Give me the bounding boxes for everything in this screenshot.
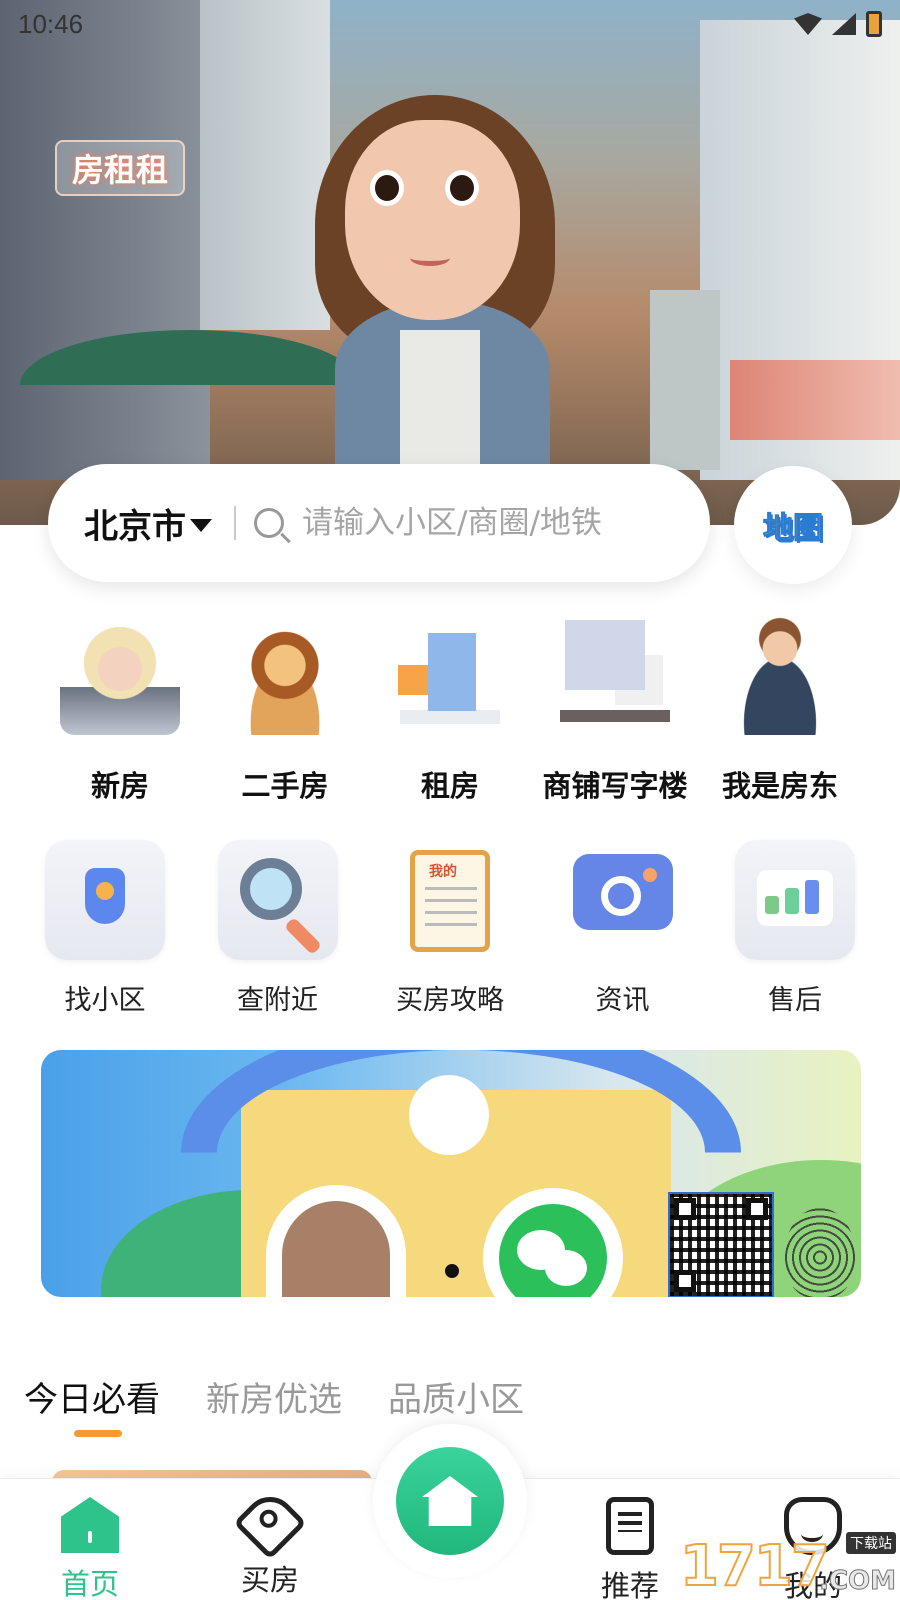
shop-office-icon [555, 615, 675, 735]
category-new-house[interactable]: 新房 [40, 615, 200, 805]
carousel-dot [445, 1264, 459, 1278]
status-time: 10:46 [18, 8, 84, 39]
girl-mouth [410, 250, 450, 266]
girl-eye [370, 170, 404, 206]
category-label: 二手房 [241, 769, 329, 803]
center-home-circle [396, 1447, 504, 1555]
category-shop-office[interactable]: 商铺写字楼 [535, 615, 695, 805]
background-building [650, 290, 720, 470]
hero-banner[interactable]: 房租租 [0, 0, 900, 525]
category-label: 找小区 [64, 985, 146, 1016]
category-find-community[interactable]: 找小区 [40, 840, 170, 1017]
chart-bar [765, 896, 779, 914]
girl-face [345, 120, 520, 320]
wifi-icon [794, 13, 822, 35]
magnifier-handle [283, 916, 322, 956]
background-building [200, 0, 330, 330]
center-home-button[interactable] [373, 1424, 527, 1578]
chart-bar [785, 888, 799, 914]
nav-recommend[interactable]: 推荐 [575, 1497, 685, 1600]
category-label: 租房 [420, 769, 479, 803]
map-icon-label: 地图 [763, 511, 824, 547]
city-selector[interactable]: 北京市 [84, 499, 186, 548]
category-label: 查附近 [237, 985, 318, 1016]
princess-avatar-icon [60, 615, 180, 735]
wechat-logo [499, 1204, 607, 1297]
tab-new-house-picks[interactable]: 新房优选 [206, 1372, 342, 1421]
watermark-number: 1717 [679, 1533, 831, 1600]
primary-categories: 新房 二手房 租房 商铺写字楼 我是房东 [40, 615, 860, 805]
tile [45, 840, 165, 960]
nav-home[interactable]: 首页 [35, 1497, 145, 1600]
qr-corner [674, 1198, 696, 1220]
notepad-icon: 我的 [410, 850, 490, 952]
status-bar: 10:46 [0, 0, 900, 48]
signal-icon [832, 13, 856, 35]
tile [735, 840, 855, 960]
secondary-categories: 找小区 查附近 我的 买房攻略 资讯 售后 [40, 840, 860, 1017]
lion-icon [225, 615, 345, 735]
category-label: 售后 [768, 985, 822, 1016]
category-label: 新房 [90, 769, 149, 803]
category-label: 商铺写字楼 [542, 769, 688, 803]
category-rent[interactable]: 租房 [370, 615, 530, 805]
active-tab-indicator [74, 1430, 122, 1437]
nav-buy[interactable]: 买房 [215, 1486, 325, 1599]
qr-code [668, 1192, 774, 1297]
battery-icon [866, 11, 882, 37]
tab-today-must-see[interactable]: 今日必看 [24, 1372, 160, 1421]
magnifier-icon [239, 858, 302, 920]
nav-label: 首页 [60, 1567, 119, 1600]
document-icon [606, 1497, 654, 1555]
building-icon [390, 615, 510, 735]
watermark-suffix: .COM [819, 1566, 897, 1597]
chart-bar [805, 880, 819, 914]
map-button[interactable]: 地图 [734, 466, 852, 584]
watermark-tag: 下载站 [846, 1532, 896, 1554]
category-after-sales[interactable]: 售后 [730, 840, 860, 1017]
promo-banner[interactable] [41, 1050, 861, 1297]
category-label: 我是房东 [721, 769, 838, 803]
category-news[interactable]: 资讯 [558, 840, 688, 1017]
tab-quality-community[interactable]: 品质小区 [388, 1372, 524, 1421]
category-second-hand[interactable]: 二手房 [205, 615, 365, 805]
category-label: 买房攻略 [396, 985, 504, 1016]
category-label: 资讯 [595, 985, 650, 1016]
tag-icon [233, 1486, 307, 1560]
qr-corner [674, 1270, 696, 1292]
search-icon [254, 508, 284, 538]
tile [217, 840, 338, 960]
neon-sign [730, 360, 900, 440]
tile [562, 840, 683, 960]
chevron-down-icon[interactable] [190, 518, 212, 532]
category-landlord[interactable]: 我是房东 [700, 615, 860, 805]
search-bar: 北京市 [48, 464, 710, 582]
shield-icon [85, 868, 125, 924]
girl-eye [445, 170, 479, 206]
round-window [409, 1075, 489, 1155]
content-tabs: 今日必看 新房优选 品质小区 [24, 1372, 524, 1437]
nav-label: 推荐 [600, 1569, 659, 1600]
site-watermark: 1717 下载站 .COM [679, 1532, 900, 1600]
landlord-icon [720, 615, 840, 735]
home-icon [61, 1497, 119, 1553]
divider [234, 506, 236, 540]
fingerprint-icon [785, 1208, 855, 1297]
search-input[interactable] [302, 505, 642, 541]
status-icons [794, 11, 882, 37]
brand-sign: 房租租 [55, 140, 185, 196]
notepad-badge: 我的 [429, 864, 457, 880]
category-buying-guide[interactable]: 我的 买房攻略 [385, 840, 515, 1017]
bar-chart-icon [757, 870, 833, 926]
chat-bubble-icon [572, 854, 673, 930]
house-icon [422, 1476, 478, 1526]
background-building [0, 0, 210, 480]
nav-label: 买房 [240, 1563, 299, 1597]
category-nearby[interactable]: 查附近 [213, 840, 343, 1017]
qr-corner [746, 1198, 768, 1220]
tile: 我的 [390, 840, 510, 960]
